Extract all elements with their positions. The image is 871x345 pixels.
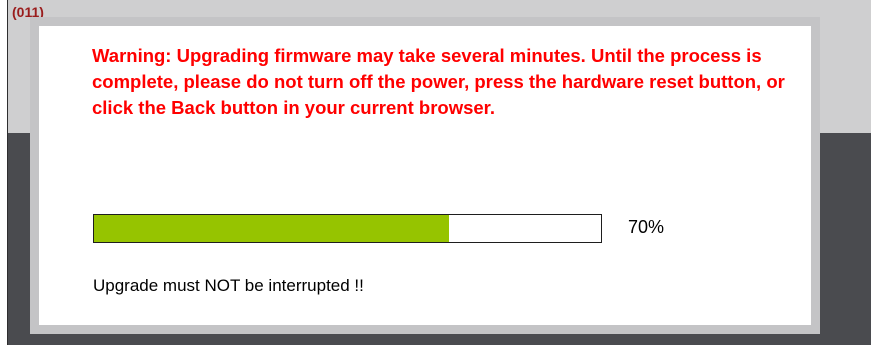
upgrade-progress-bar <box>93 214 602 243</box>
firmware-upgrade-dialog: Warning: Upgrading firmware may take sev… <box>30 17 820 334</box>
upgrade-warning-text: Warning: Upgrading firmware may take sev… <box>92 45 785 118</box>
upgrade-progress-percent: 70% <box>628 217 665 237</box>
upgrade-progress-fill <box>94 215 449 242</box>
upgrade-interrupt-notice: Upgrade must NOT be interrupted !! <box>93 276 364 295</box>
